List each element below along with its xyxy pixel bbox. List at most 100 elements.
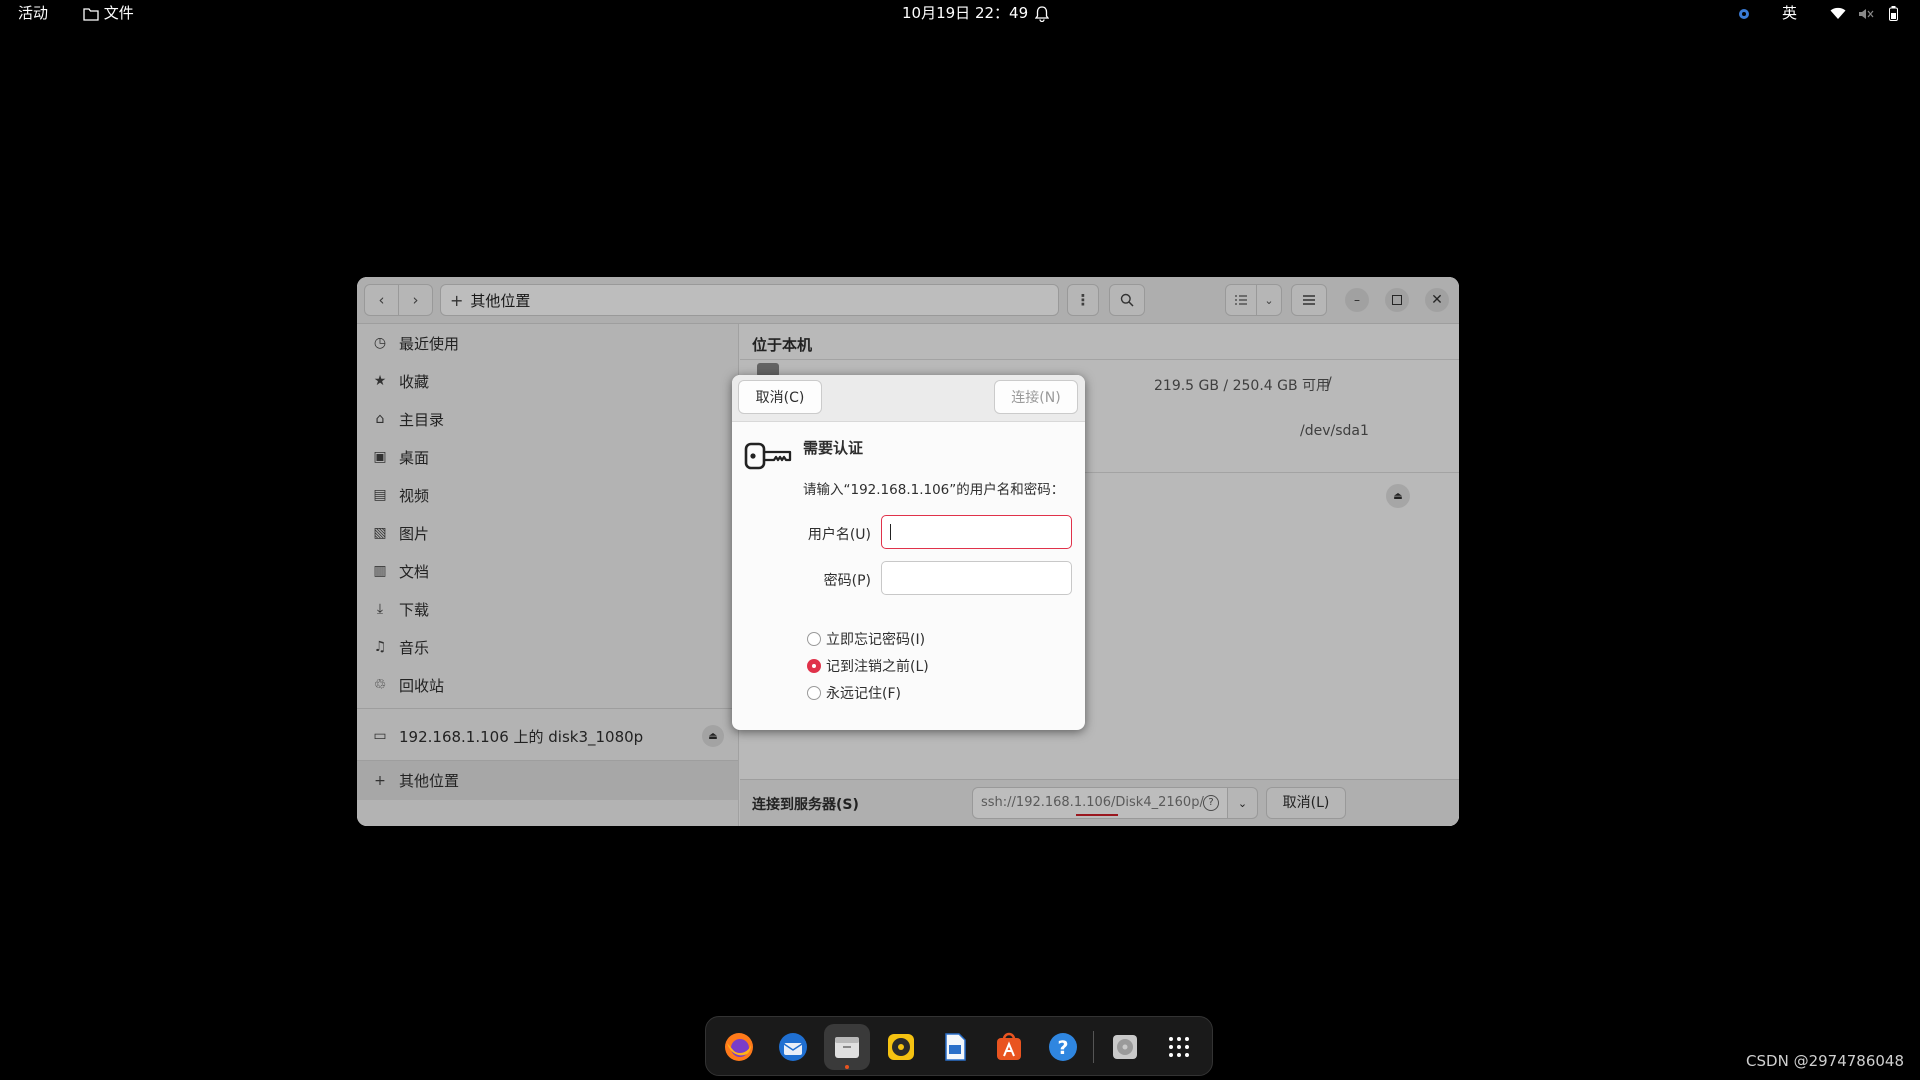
- radio-remember-until-logout[interactable]: 记到注销之前(L): [807, 655, 929, 677]
- server-address-input[interactable]: ssh://192.168.1.106/Disk4_2160p/ ?: [972, 787, 1228, 819]
- sidebar-item-label: 下载: [399, 600, 430, 619]
- dock-app-help[interactable]: ?: [1040, 1024, 1086, 1070]
- dock-app-writer[interactable]: [932, 1024, 978, 1070]
- username-field[interactable]: [881, 515, 1072, 549]
- watermark: CSDN @2974786048: [1746, 1052, 1904, 1070]
- sidebar-item-music[interactable]: ♫ 音乐: [357, 628, 738, 666]
- sidebar-item-label: 最近使用: [399, 334, 460, 353]
- cancel-connect-button[interactable]: 取消(L): [1266, 787, 1346, 819]
- connect-to-server-label: 连接到服务器(S): [752, 797, 859, 813]
- path-bar[interactable]: + 其他位置: [440, 284, 1059, 316]
- sidebar-item-label: 其他位置: [399, 772, 460, 790]
- password-label: 密码(P): [823, 573, 871, 589]
- sidebar-item-label: 文档: [399, 562, 430, 581]
- network-eject-button[interactable]: ⏏: [1386, 484, 1410, 508]
- back-button[interactable]: ‹: [364, 284, 399, 316]
- dialog-title: 需要认证: [803, 439, 864, 457]
- path-label: 其他位置: [470, 291, 531, 310]
- sidebar-item-label: 视频: [399, 486, 430, 505]
- dock-app-rhythmbox[interactable]: [878, 1024, 924, 1070]
- chevron-right-icon: ›: [412, 291, 419, 309]
- dialog-connect-button[interactable]: 连接(N): [994, 380, 1078, 414]
- dock-app-firefox[interactable]: [716, 1024, 762, 1070]
- disk-device: /dev/sda1: [1300, 423, 1369, 439]
- activities-button[interactable]: 活动: [18, 0, 48, 27]
- dock-app-app-center[interactable]: [986, 1024, 1032, 1070]
- close-button[interactable]: ✕: [1425, 288, 1449, 312]
- notification-bell-icon[interactable]: [1035, 0, 1049, 27]
- input-method-indicator[interactable]: 英: [1782, 0, 1797, 27]
- radio-label: 永远记住(F): [826, 686, 901, 702]
- sidebar-divider: [357, 708, 738, 709]
- download-icon: ⤓: [376, 601, 384, 617]
- sidebar-item-label: 192.168.1.106 上的 disk3_1080p: [399, 727, 644, 746]
- firefox-icon: [725, 1033, 753, 1061]
- sidebar-item-label: 桌面: [399, 448, 430, 467]
- dock-app-thunderbird[interactable]: [770, 1024, 816, 1070]
- dock-separator: [1093, 1031, 1094, 1063]
- app-menu[interactable]: 文件: [83, 0, 134, 27]
- sidebar-item-label: 音乐: [399, 638, 430, 657]
- chevron-left-icon: ‹: [378, 291, 385, 309]
- eject-button[interactable]: ⏏: [702, 725, 724, 747]
- status-app-icon[interactable]: [1738, 0, 1750, 27]
- sidebar-item-recent[interactable]: ◷ 最近使用: [357, 324, 738, 362]
- app-menu-label: 文件: [103, 4, 134, 22]
- sidebar-item-other-locations[interactable]: + 其他位置: [357, 761, 738, 800]
- main-menu-button[interactable]: [1291, 284, 1327, 316]
- star-icon: ★: [373, 373, 387, 389]
- radio-label: 记到注销之前(L): [826, 659, 929, 675]
- radio-forget-immediately[interactable]: 立即忘记密码(I): [807, 628, 925, 650]
- chevron-down-icon: ⌄: [1237, 796, 1248, 810]
- close-icon: ✕: [1431, 292, 1443, 308]
- clock[interactable]: 10月19日 22：49: [902, 0, 1028, 27]
- desktop-icon: ▣: [373, 449, 387, 465]
- sidebar-item-videos[interactable]: ▤ 视频: [357, 476, 738, 514]
- wifi-icon[interactable]: [1830, 0, 1846, 27]
- disk-usage: 219.5 GB / 250.4 GB 可用: [1154, 378, 1331, 394]
- sidebar-item-label: 主目录: [399, 410, 445, 429]
- sidebar-item-home[interactable]: ⌂ 主目录: [357, 400, 738, 438]
- dock-app-disc[interactable]: [1102, 1024, 1148, 1070]
- sidebar-item-downloads[interactable]: ⤓ 下载: [357, 590, 738, 628]
- clock-icon: ◷: [373, 335, 387, 351]
- dock-app-files[interactable]: [824, 1024, 870, 1070]
- header-bar: ‹ › + 其他位置 ⋮ ⌄ – ✕: [357, 277, 1459, 324]
- radio-remember-forever[interactable]: 永远记住(F): [807, 682, 901, 704]
- minimize-icon: –: [1354, 293, 1360, 307]
- username-label: 用户名(U): [807, 527, 871, 543]
- sidebar-item-trash[interactable]: ♲ 回收站: [357, 666, 738, 704]
- dock-show-apps-button[interactable]: [1156, 1024, 1202, 1070]
- help-icon[interactable]: ?: [1203, 795, 1219, 811]
- recent-servers-dropdown[interactable]: ⌄: [1227, 787, 1258, 819]
- sidebar-item-desktop[interactable]: ▣ 桌面: [357, 438, 738, 476]
- search-button[interactable]: [1109, 284, 1145, 316]
- section-title: 位于本机: [752, 336, 813, 354]
- list-view-icon: [1235, 295, 1247, 305]
- help-icon: ?: [1049, 1033, 1077, 1061]
- connect-to-server-bar: 连接到服务器(S) ssh://192.168.1.106/Disk4_2160…: [740, 779, 1459, 826]
- minimize-button[interactable]: –: [1345, 288, 1369, 312]
- authentication-dialog: 取消(C) 连接(N) 需要认证 请输入“192.168.1.106”的用户名和…: [732, 375, 1085, 730]
- battery-icon[interactable]: [1889, 0, 1898, 27]
- forward-button[interactable]: ›: [398, 284, 433, 316]
- sidebar-item-documents[interactable]: ▥ 文档: [357, 552, 738, 590]
- sidebar-item-label: 回收站: [399, 676, 445, 695]
- sidebar-item-starred[interactable]: ★ 收藏: [357, 362, 738, 400]
- top-bar: 活动 文件 10月19日 22：49 英: [0, 0, 1920, 27]
- chevron-down-icon: ⌄: [1264, 293, 1274, 307]
- maximize-button[interactable]: [1385, 288, 1409, 312]
- maximize-icon: [1392, 295, 1402, 305]
- sidebar-item-network-mount[interactable]: ▭ 192.168.1.106 上的 disk3_1080p ⏏: [357, 716, 738, 756]
- folder-icon: [83, 7, 99, 21]
- video-icon: ▤: [373, 487, 387, 503]
- list-view-button[interactable]: [1225, 284, 1257, 316]
- sidebar: ◷ 最近使用 ★ 收藏 ⌂ 主目录 ▣ 桌面 ▤ 视频 ▧ 图片 ▥ 文档 ⤓: [357, 324, 739, 826]
- volume-muted-icon[interactable]: [1858, 0, 1874, 27]
- password-field[interactable]: [881, 561, 1072, 595]
- plus-icon: +: [450, 290, 464, 310]
- view-options-button[interactable]: ⌄: [1256, 284, 1282, 316]
- dialog-cancel-button[interactable]: 取消(C): [738, 380, 822, 414]
- path-menu-button[interactable]: ⋮: [1067, 284, 1099, 316]
- sidebar-item-pictures[interactable]: ▧ 图片: [357, 514, 738, 552]
